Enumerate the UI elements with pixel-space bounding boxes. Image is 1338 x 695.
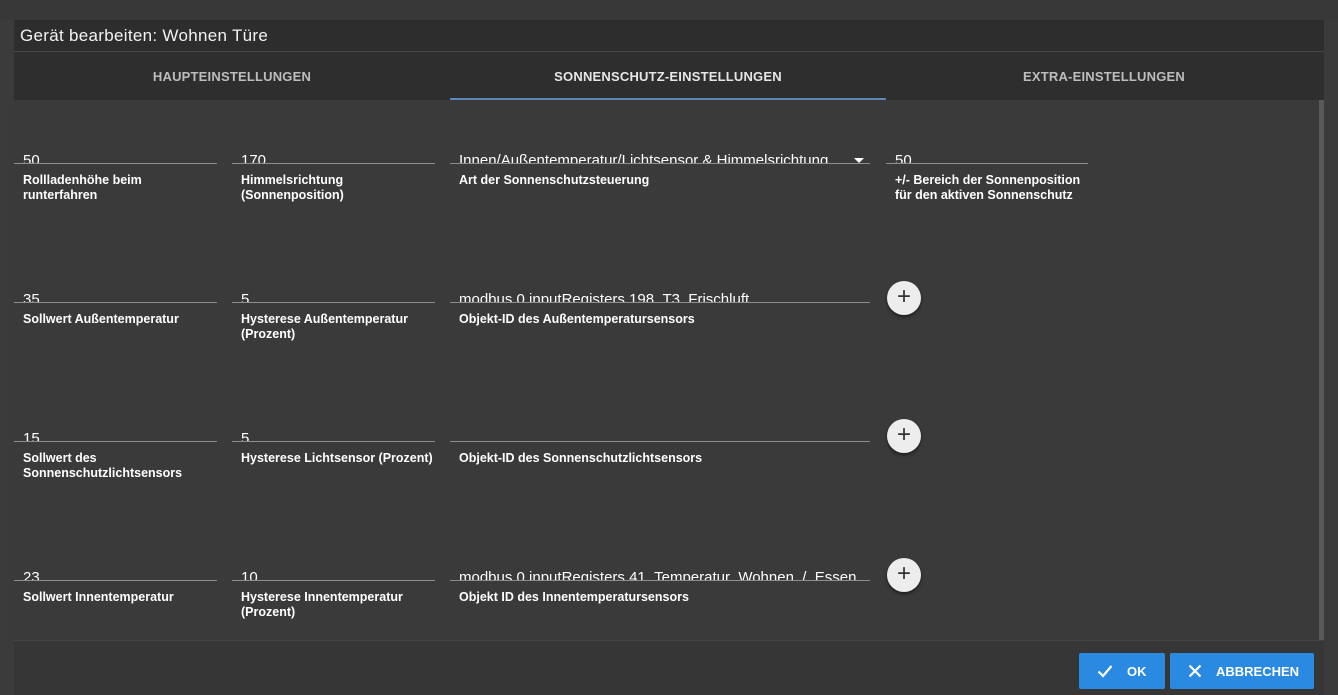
inside-temp-sensor-id-label: Objekt ID des Innentemperatursensors	[459, 590, 689, 604]
light-sensor-setpoint-label: Sollwert des Sonnenschutzlichtsensors	[23, 451, 183, 480]
sun-position-range-label: +/- Bereich der Sonnenposition für den a…	[895, 173, 1081, 202]
inside-temp-sensor-id-field[interactable]: modbus.0.inputRegisters.41_Temperatur_Wo…	[450, 539, 870, 605]
light-sensor-hysteresis-field[interactable]: 5 Hysterese Lichtsensor (Prozent)	[232, 400, 435, 466]
light-sensor-id-label: Objekt-ID des Sonnenschutzlichtsensors	[459, 451, 703, 465]
sun-direction-input[interactable]: 170	[232, 122, 435, 164]
plus-icon: +	[896, 560, 911, 587]
roller-height-input[interactable]: 50	[14, 122, 217, 164]
sun-protection-mode-select[interactable]: Innen/Außentemperatur/Lichtsensor & Himm…	[450, 122, 870, 188]
outside-temp-setpoint-field[interactable]: 35 Sollwert Außentemperatur	[14, 261, 217, 327]
sun-direction-field[interactable]: 170 Himmelsrichtung (Sonnenposition)	[232, 122, 435, 203]
cancel-button-label: ABBRECHEN	[1216, 663, 1300, 679]
light-sensor-setpoint-field[interactable]: 15 Sollwert des Sonnenschutzlichtsensors	[14, 400, 217, 481]
plus-icon: +	[896, 421, 911, 448]
outside-temp-hysteresis-label: Hysterese Außentemperatur (Prozent)	[241, 312, 408, 341]
sun-protection-mode-value[interactable]: Innen/Außentemperatur/Lichtsensor & Himm…	[450, 122, 870, 164]
roller-height-label: Rollladenhöhe beim runterfahren	[23, 173, 142, 202]
outside-temp-setpoint-label: Sollwert Außentemperatur	[23, 312, 179, 326]
tab-extra-einstellungen[interactable]: EXTRA-EINSTELLUNGEN	[886, 52, 1322, 100]
sun-protection-settings-form: 50 Rollladenhöhe beim runterfahren 170 H…	[14, 100, 1318, 640]
outside-temp-sensor-id-label: Objekt-ID des Außentemperatursensors	[459, 312, 695, 326]
cancel-button[interactable]: ABBRECHEN	[1170, 653, 1314, 689]
sun-position-range-field[interactable]: 50 +/- Bereich der Sonnenposition für de…	[886, 122, 1088, 203]
inside-temp-setpoint-input[interactable]: 23	[14, 539, 217, 581]
outside-temp-sensor-id-input[interactable]: modbus.0.inputRegisters.198_T3_Frischluf…	[450, 261, 870, 303]
plus-icon: +	[896, 283, 911, 310]
chevron-down-icon	[854, 158, 864, 163]
outside-temp-setpoint-input[interactable]: 35	[14, 261, 217, 303]
dialog-title: Gerät bearbeiten: Wohnen Türe	[20, 26, 269, 45]
inside-temp-hysteresis-label: Hysterese Innentemperatur (Prozent)	[241, 590, 403, 619]
light-sensor-hysteresis-input[interactable]: 5	[232, 400, 435, 442]
roller-height-field[interactable]: 50 Rollladenhöhe beim runterfahren	[14, 122, 217, 203]
tab-haupteinstellungen[interactable]: HAUPTEINSTELLUNGEN	[14, 52, 450, 100]
inside-temp-hysteresis-input[interactable]: 10	[232, 539, 435, 581]
light-sensor-setpoint-input[interactable]: 15	[14, 400, 217, 442]
vertical-scrollbar[interactable]	[1319, 100, 1324, 640]
tab-bar: HAUPTEINSTELLUNGEN SONNENSCHUTZ-EINSTELL…	[14, 52, 1324, 100]
outside-temp-hysteresis-input[interactable]: 5	[232, 261, 435, 303]
light-sensor-id-field[interactable]: Objekt-ID des Sonnenschutzlichtsensors	[450, 400, 870, 466]
dialog-footer: OK ABBRECHEN	[14, 640, 1324, 695]
select-light-sensor-button[interactable]: +	[887, 419, 921, 453]
outside-temp-sensor-id-field[interactable]: modbus.0.inputRegisters.198_T3_Frischluf…	[450, 261, 870, 327]
inside-temp-setpoint-field[interactable]: 23 Sollwert Innentemperatur	[14, 539, 217, 605]
select-inside-temp-sensor-button[interactable]: +	[887, 558, 921, 592]
dialog-title-bar: Gerät bearbeiten: Wohnen Türe	[14, 20, 1324, 52]
inside-temp-sensor-id-input[interactable]: modbus.0.inputRegisters.41_Temperatur_Wo…	[450, 539, 870, 581]
tab-sonnenschutz-einstellungen[interactable]: SONNENSCHUTZ-EINSTELLUNGEN	[450, 52, 886, 100]
sun-protection-mode-label: Art der Sonnenschutzsteuerung	[459, 173, 650, 187]
edit-device-dialog: Gerät bearbeiten: Wohnen Türe HAUPTEINST…	[14, 20, 1324, 695]
select-outside-temp-sensor-button[interactable]: +	[887, 281, 921, 315]
light-sensor-hysteresis-label: Hysterese Lichtsensor (Prozent)	[241, 451, 433, 465]
backdrop	[0, 0, 1338, 20]
outside-temp-hysteresis-field[interactable]: 5 Hysterese Außentemperatur (Prozent)	[232, 261, 435, 342]
inside-temp-hysteresis-field[interactable]: 10 Hysterese Innentemperatur (Prozent)	[232, 539, 435, 620]
sun-direction-label: Himmelsrichtung (Sonnenposition)	[241, 173, 344, 202]
ok-button-label: OK	[1127, 663, 1147, 679]
inside-temp-setpoint-label: Sollwert Innentemperatur	[23, 590, 174, 604]
sun-position-range-input[interactable]: 50	[886, 122, 1088, 164]
light-sensor-id-input[interactable]	[450, 400, 870, 442]
ok-button[interactable]: OK	[1079, 653, 1165, 689]
close-icon	[1188, 664, 1202, 678]
check-icon	[1097, 665, 1113, 678]
